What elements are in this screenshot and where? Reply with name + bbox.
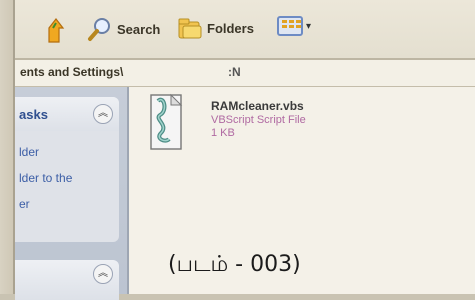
search-icon — [88, 18, 110, 41]
task-link[interactable]: er — [19, 191, 119, 217]
address-bar[interactable]: ents and Settings\ :N — [15, 60, 475, 87]
folders-icon — [178, 18, 202, 39]
search-label: Search — [117, 21, 161, 37]
chevron-up-icon[interactable]: ︽ — [93, 264, 113, 284]
file-size: 1 KB — [211, 127, 235, 139]
window-left-border — [0, 0, 15, 294]
explorer-window: Search Folders ▾ ents and Settings\ :N a… — [0, 0, 475, 300]
other-places-panel: ︽ — [15, 260, 119, 300]
folders-button[interactable]: Folders — [177, 14, 254, 42]
file-tasks-panel: asks ︽ lder lder to the er — [15, 97, 119, 242]
task-pane: asks ︽ lder lder to the er ︽ — [15, 87, 129, 300]
file-details: RAMcleaner.vbs VBScript Script File 1 KB — [211, 99, 306, 151]
task-link[interactable]: lder to the — [19, 165, 119, 191]
views-button[interactable]: ▾ — [277, 16, 311, 36]
vbscript-file-icon — [150, 93, 183, 150]
up-arrow-icon — [48, 18, 65, 43]
up-button[interactable] — [45, 16, 67, 44]
file-tasks-header[interactable]: asks ︽ — [15, 97, 119, 131]
search-button[interactable]: Search — [87, 16, 160, 42]
views-icon — [277, 16, 303, 36]
task-link[interactable]: lder — [19, 139, 119, 165]
file-type: VBScript Script File — [211, 114, 306, 126]
chevron-up-icon[interactable]: ︽ — [93, 104, 113, 124]
address-path: ents and Settings\ — [20, 65, 124, 79]
file-item[interactable]: RAMcleaner.vbs VBScript Script File 1 KB — [149, 93, 306, 151]
chevron-down-icon: ▾ — [306, 20, 312, 32]
task-links: lder lder to the er — [19, 139, 119, 217]
toolbar: Search Folders ▾ — [15, 0, 475, 60]
task-title: asks — [19, 107, 48, 122]
figure-caption: (படம் - 003) — [168, 252, 301, 277]
address-tail: :N — [228, 65, 241, 79]
folders-label: Folders — [207, 20, 254, 36]
file-name: RAMcleaner.vbs — [211, 99, 304, 113]
